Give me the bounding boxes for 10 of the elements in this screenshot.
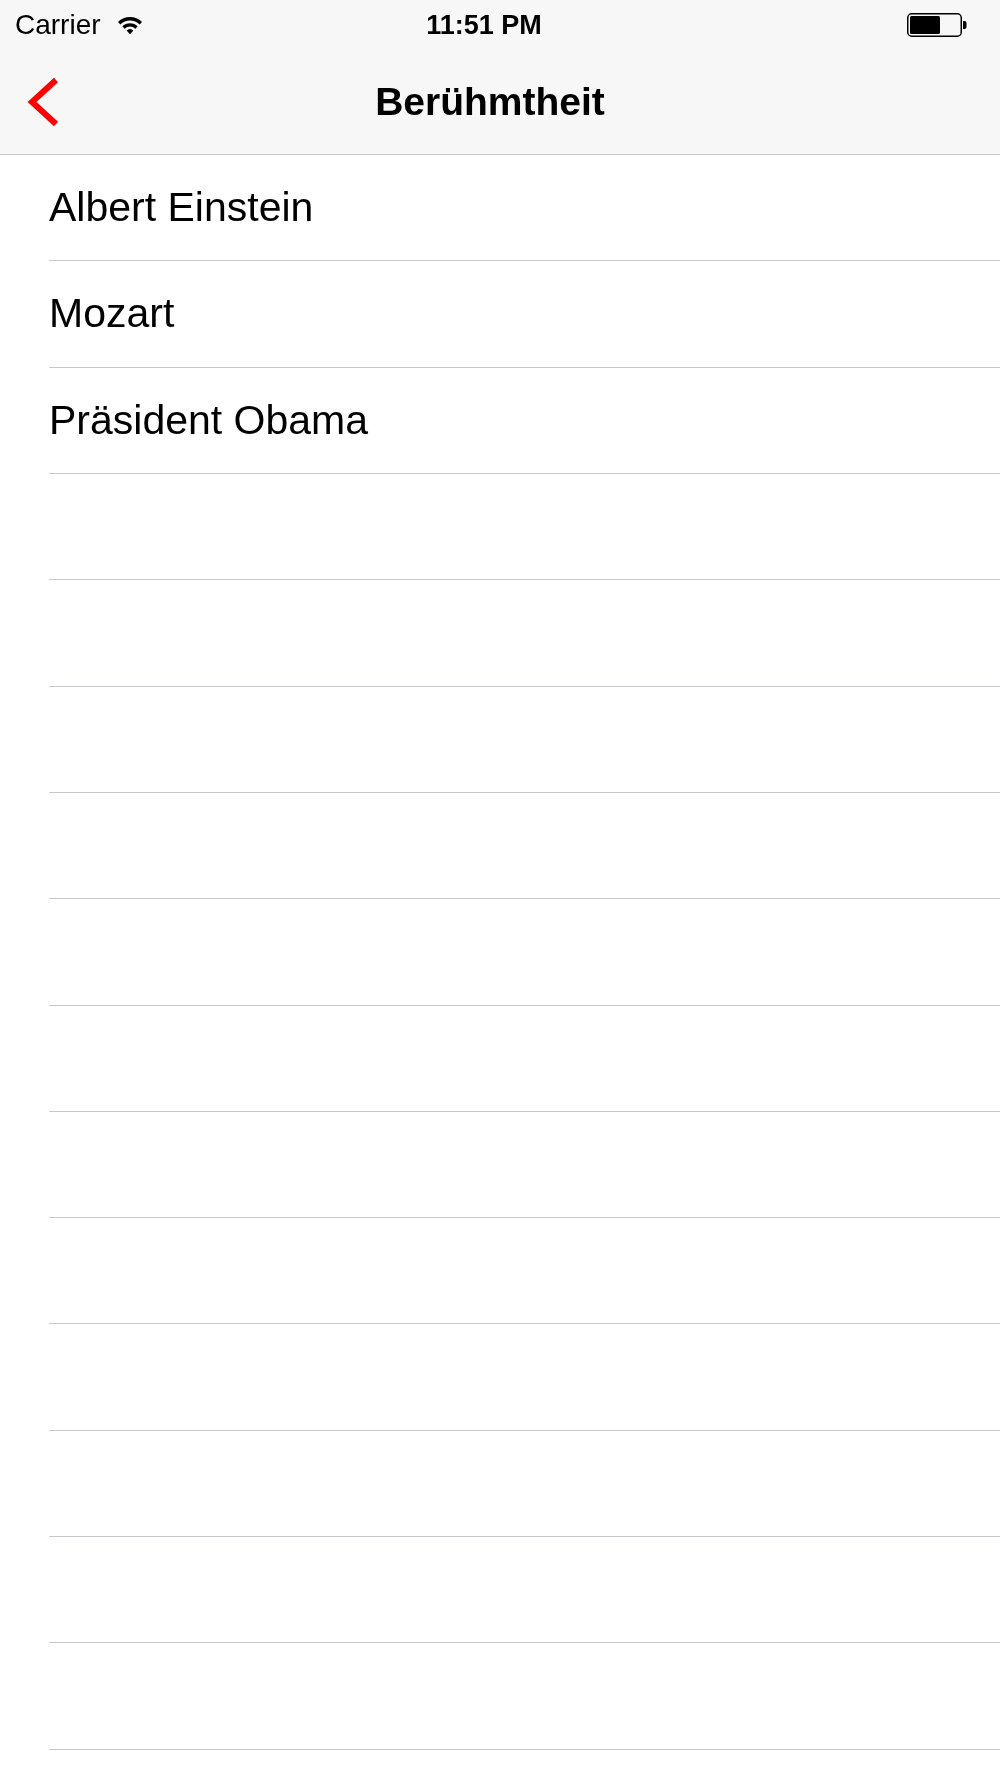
list-item[interactable]: Präsident Obama <box>49 367 1000 474</box>
list-item[interactable]: Mozart <box>49 261 1000 368</box>
chevron-left-icon <box>26 77 60 127</box>
screen-title: Berühmtheit <box>375 80 605 124</box>
list-item[interactable]: Albert Einstein <box>49 155 1000 262</box>
carrier-name: Carrier <box>15 9 101 41</box>
status-time: 11:51 PM <box>426 9 542 41</box>
battery-icon <box>907 13 967 37</box>
wifi-icon <box>116 15 143 35</box>
back-button[interactable] <box>26 77 60 127</box>
